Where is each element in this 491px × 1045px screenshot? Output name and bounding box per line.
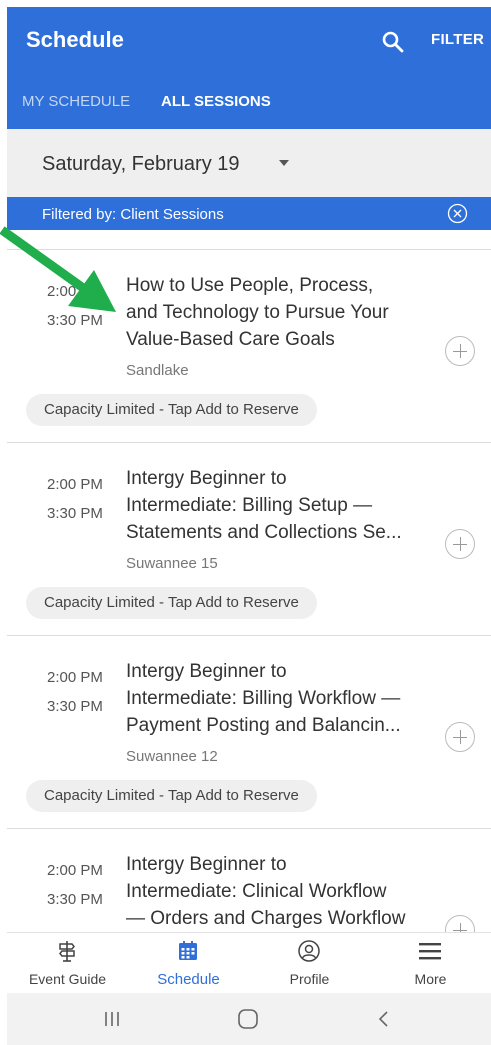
session-title-line: Intermediate: Clinical Workflow bbox=[126, 881, 387, 902]
capacity-badge: Capacity Limited - Tap Add to Reserve bbox=[26, 394, 317, 426]
add-session-icon[interactable] bbox=[445, 529, 475, 559]
session-start-time: 2:00 PM bbox=[47, 476, 103, 493]
session-end-time: 3:30 PM bbox=[47, 312, 103, 329]
session-title: Intergy Beginner to Intermediate: Clinic… bbox=[126, 851, 438, 932]
session-end-time: 3:30 PM bbox=[47, 891, 103, 908]
session-title-line: How to Use People, Process, bbox=[126, 275, 374, 296]
selected-date: Saturday, February 19 bbox=[42, 153, 240, 175]
nav-profile[interactable]: Profile bbox=[249, 933, 370, 994]
session-card[interactable]: 2:00 PM 3:30 PM Intergy Beginner to Inte… bbox=[7, 443, 491, 636]
back-icon[interactable] bbox=[372, 1008, 396, 1030]
filter-button[interactable]: FILTER bbox=[431, 31, 484, 48]
recent-apps-icon[interactable] bbox=[100, 1008, 124, 1030]
session-title-line: Intergy Beginner to bbox=[126, 468, 287, 489]
signpost-icon bbox=[59, 941, 75, 962]
bottom-nav: Event Guide Schedule Profile More bbox=[7, 932, 491, 993]
session-room: Suwannee 12 bbox=[126, 748, 218, 765]
session-title: Intergy Beginner to Intermediate: Billin… bbox=[126, 658, 438, 739]
session-title-line: and Technology to Pursue Your bbox=[126, 302, 389, 323]
calendar-icon bbox=[179, 941, 197, 960]
session-room: Sandlake bbox=[126, 362, 189, 379]
session-start-time: 2:00 PM bbox=[47, 669, 103, 686]
session-start-time: 2:00 PM bbox=[47, 283, 103, 300]
session-title-line: Intergy Beginner to bbox=[126, 854, 287, 875]
nav-label: Profile bbox=[289, 971, 330, 987]
session-title-line: Intermediate: Billing Setup — bbox=[126, 495, 373, 516]
nav-label: Schedule bbox=[157, 971, 220, 988]
session-title-line: Payment Posting and Balancin... bbox=[126, 715, 401, 736]
session-card[interactable]: 2:00 PM 3:30 PM How to Use People, Proce… bbox=[7, 250, 491, 443]
session-title-line: Intergy Beginner to bbox=[126, 661, 287, 682]
add-session-icon[interactable] bbox=[445, 722, 475, 752]
page-title: Schedule bbox=[26, 27, 124, 52]
tab-my-schedule[interactable]: MY SCHEDULE bbox=[22, 93, 130, 110]
nav-event-guide[interactable]: Event Guide bbox=[7, 933, 128, 994]
nav-schedule[interactable]: Schedule bbox=[128, 933, 249, 994]
capacity-badge: Capacity Limited - Tap Add to Reserve bbox=[26, 587, 317, 619]
menu-icon bbox=[419, 943, 441, 960]
session-room: Suwannee 15 bbox=[126, 555, 218, 572]
session-end-time: 3:30 PM bbox=[47, 698, 103, 715]
session-title-line: Statements and Collections Se... bbox=[126, 522, 402, 543]
session-end-time: 3:30 PM bbox=[47, 505, 103, 522]
session-start-time: 2:00 PM bbox=[47, 862, 103, 879]
app-header: Schedule FILTER MY SCHEDULE ALL SESSIONS bbox=[7, 7, 491, 129]
session-card[interactable]: 2:00 PM 3:30 PM Intergy Beginner to Inte… bbox=[7, 636, 491, 829]
date-selector[interactable]: Saturday, February 19 bbox=[7, 129, 491, 197]
session-title: Intergy Beginner to Intermediate: Billin… bbox=[126, 465, 438, 546]
nav-label: Event Guide bbox=[28, 971, 107, 987]
capacity-badge: Capacity Limited - Tap Add to Reserve bbox=[26, 780, 317, 812]
nav-more[interactable]: More bbox=[370, 933, 491, 994]
session-title: How to Use People, Process, and Technolo… bbox=[126, 272, 438, 353]
session-title-line: — Orders and Charges Workflow bbox=[126, 908, 406, 929]
chevron-down-icon bbox=[279, 160, 289, 166]
filter-banner-text: Filtered by: Client Sessions bbox=[42, 206, 224, 223]
profile-icon bbox=[298, 940, 320, 962]
search-icon[interactable] bbox=[380, 29, 406, 55]
home-icon[interactable] bbox=[236, 1008, 260, 1030]
system-nav-bar bbox=[7, 993, 491, 1045]
tab-all-sessions[interactable]: ALL SESSIONS bbox=[161, 93, 271, 110]
session-title-line: Intermediate: Billing Workflow — bbox=[126, 688, 401, 709]
add-session-icon[interactable] bbox=[445, 336, 475, 366]
session-title-line: Value-Based Care Goals bbox=[126, 329, 335, 350]
nav-label: More bbox=[414, 971, 447, 987]
filter-banner: Filtered by: Client Sessions bbox=[7, 197, 491, 230]
clear-filter-icon[interactable] bbox=[447, 203, 468, 224]
